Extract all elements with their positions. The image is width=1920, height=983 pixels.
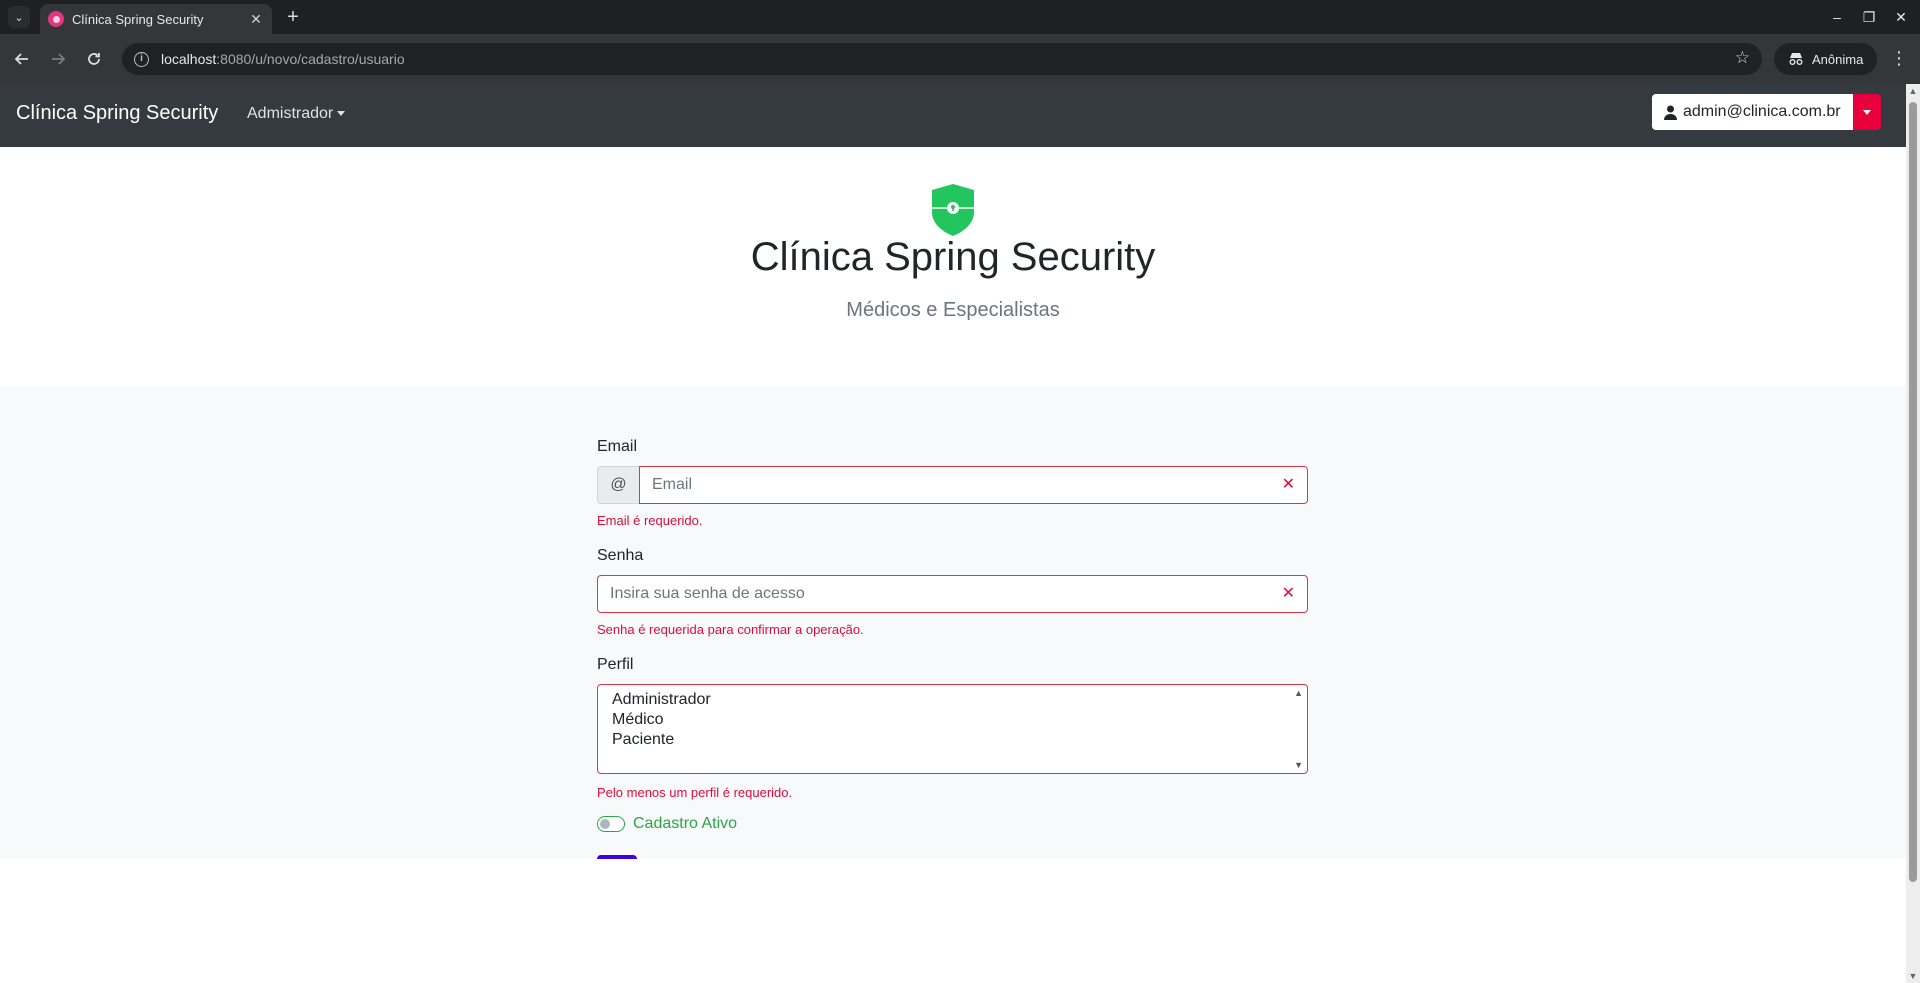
page-title: Clínica Spring Security xyxy=(750,235,1156,279)
caret-down-icon xyxy=(337,111,346,117)
page-subtitle: Médicos e Especialistas xyxy=(846,299,1060,321)
admin-menu-label: Admistrador xyxy=(247,105,334,122)
browser-tabbar: ⌄ Clínica Spring Security ✕ + – ❐ ✕ xyxy=(0,0,1920,34)
email-input[interactable]: Email ✕ xyxy=(639,466,1308,504)
profile-label: Perfil xyxy=(597,656,634,673)
page-viewport: Clínica Spring Security Admistrador admi… xyxy=(0,84,1906,983)
scroll-up-icon[interactable]: ▲ xyxy=(1908,86,1918,96)
restore-button[interactable]: ❐ xyxy=(1860,4,1878,30)
user-form-section: Email @ Email ✕ Email é requerido. Senha… xyxy=(0,386,1906,893)
incognito-icon xyxy=(1789,53,1803,65)
caret-down-icon xyxy=(1862,109,1871,115)
active-switch-row: Cadastro Ativo xyxy=(597,815,737,833)
password-input[interactable]: Insira sua senha de acesso ✕ xyxy=(597,575,1308,613)
invalid-icon: ✕ xyxy=(1281,585,1295,602)
bookmark-star-icon[interactable]: ☆ xyxy=(1735,48,1750,68)
arrow-left-icon xyxy=(14,53,28,65)
password-input-group: Insira sua senha de acesso ✕ xyxy=(597,575,1308,613)
favicon-icon xyxy=(48,11,64,27)
profile-option[interactable]: Administrador xyxy=(612,690,1293,710)
arrow-right-icon xyxy=(52,53,66,65)
scroll-down-icon[interactable]: ▼ xyxy=(1908,971,1918,981)
close-icon[interactable]: ✕ xyxy=(248,11,264,27)
url-host: localhost xyxy=(161,51,217,67)
reload-icon xyxy=(88,53,100,65)
navbar-brand[interactable]: Clínica Spring Security xyxy=(16,102,218,125)
active-toggle-label[interactable]: Cadastro Ativo xyxy=(633,815,737,833)
user-button[interactable]: admin@clinica.com.br xyxy=(1652,94,1853,130)
close-window-button[interactable]: ✕ xyxy=(1892,4,1910,30)
profile-option[interactable]: Paciente xyxy=(612,730,1293,750)
user-dropdown-toggle[interactable] xyxy=(1852,94,1881,130)
minimize-button[interactable]: – xyxy=(1828,4,1846,30)
user-icon xyxy=(1664,105,1677,120)
tab-title: Clínica Spring Security xyxy=(72,11,204,27)
scroll-up-icon[interactable]: ▲ xyxy=(1294,688,1303,698)
incognito-badge[interactable]: Anônima xyxy=(1774,43,1878,75)
window-controls: – ❐ ✕ xyxy=(1828,4,1910,30)
browser-tab[interactable]: Clínica Spring Security ✕ xyxy=(40,4,272,34)
browser-toolbar: i localhost:8080/u/novo/cadastro/usuario… xyxy=(0,34,1920,84)
profile-error: Pelo menos um perfil é requerido. xyxy=(597,785,793,800)
email-input-group: @ Email ✕ xyxy=(597,466,1308,504)
email-placeholder: Email xyxy=(652,476,693,493)
password-placeholder: Insira sua senha de acesso xyxy=(610,585,805,602)
admin-menu-dropdown[interactable]: Admistrador xyxy=(247,105,346,123)
reload-button[interactable] xyxy=(80,45,108,73)
tab-search-button[interactable]: ⌄ xyxy=(8,6,30,28)
password-error: Senha é requerida para confirmar a opera… xyxy=(597,622,864,637)
address-bar[interactable]: i localhost:8080/u/novo/cadastro/usuario… xyxy=(122,43,1762,75)
password-label: Senha xyxy=(597,547,644,564)
at-addon: @ xyxy=(597,466,639,504)
info-icon[interactable]: i xyxy=(134,51,149,67)
user-email: admin@clinica.com.br xyxy=(1683,103,1841,120)
email-error: Email é requerido. xyxy=(597,513,703,528)
new-tab-button[interactable]: + xyxy=(282,6,304,28)
incognito-label: Anônima xyxy=(1812,51,1864,67)
page-scrollbar[interactable]: ▲ ▼ xyxy=(1906,84,1920,983)
app-navbar: Clínica Spring Security Admistrador admi… xyxy=(0,84,1906,147)
url-path: :8080/u/novo/cadastro/usuario xyxy=(216,51,405,67)
hero-section: Clínica Spring Security Médicos e Especi… xyxy=(0,147,1906,386)
toggle-knob xyxy=(600,819,610,829)
scroll-down-icon[interactable]: ▼ xyxy=(1294,760,1303,770)
shield-icon xyxy=(932,184,974,236)
forward-button[interactable] xyxy=(44,45,72,73)
active-toggle[interactable] xyxy=(597,816,625,832)
page-footer-area xyxy=(0,859,1906,983)
user-menu: admin@clinica.com.br xyxy=(1652,94,1881,130)
back-button[interactable] xyxy=(8,45,36,73)
email-label: Email xyxy=(597,438,638,455)
browser-menu-button[interactable]: ⋮ xyxy=(1890,48,1908,68)
scroll-thumb[interactable] xyxy=(1909,102,1917,882)
profile-option[interactable]: Médico xyxy=(612,710,1293,730)
invalid-icon: ✕ xyxy=(1281,476,1295,493)
profile-multiselect[interactable]: Administrador Médico Paciente ▲ ▼ xyxy=(597,684,1308,774)
